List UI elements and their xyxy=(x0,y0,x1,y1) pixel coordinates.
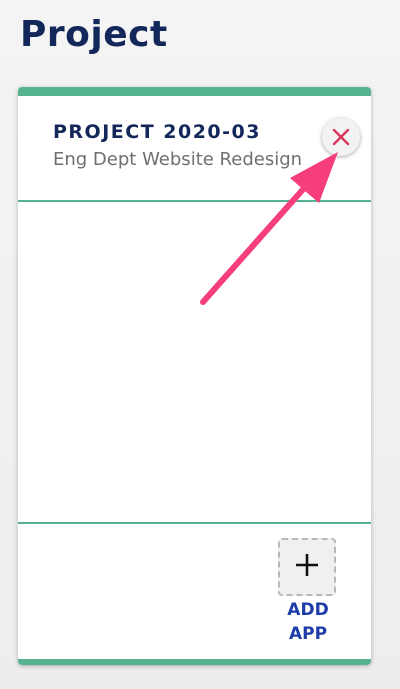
project-name: Eng Dept Website Redesign xyxy=(53,149,303,170)
page-title: Project xyxy=(20,14,168,55)
close-icon xyxy=(332,128,350,146)
project-card: PROJECT 2020-03 Eng Dept Website Redesig… xyxy=(18,87,371,665)
add-app-label[interactable]: ADD APP xyxy=(268,598,348,646)
card-header: PROJECT 2020-03 Eng Dept Website Redesig… xyxy=(18,96,371,200)
apps-area xyxy=(18,202,371,522)
project-id: PROJECT 2020-03 xyxy=(53,121,261,143)
card-bottom-accent-bar xyxy=(18,659,371,665)
close-button[interactable] xyxy=(322,118,360,156)
card-top-accent-bar xyxy=(18,87,371,96)
plus-icon xyxy=(294,552,320,582)
footer-divider xyxy=(18,522,371,524)
add-app-button[interactable] xyxy=(278,538,336,596)
